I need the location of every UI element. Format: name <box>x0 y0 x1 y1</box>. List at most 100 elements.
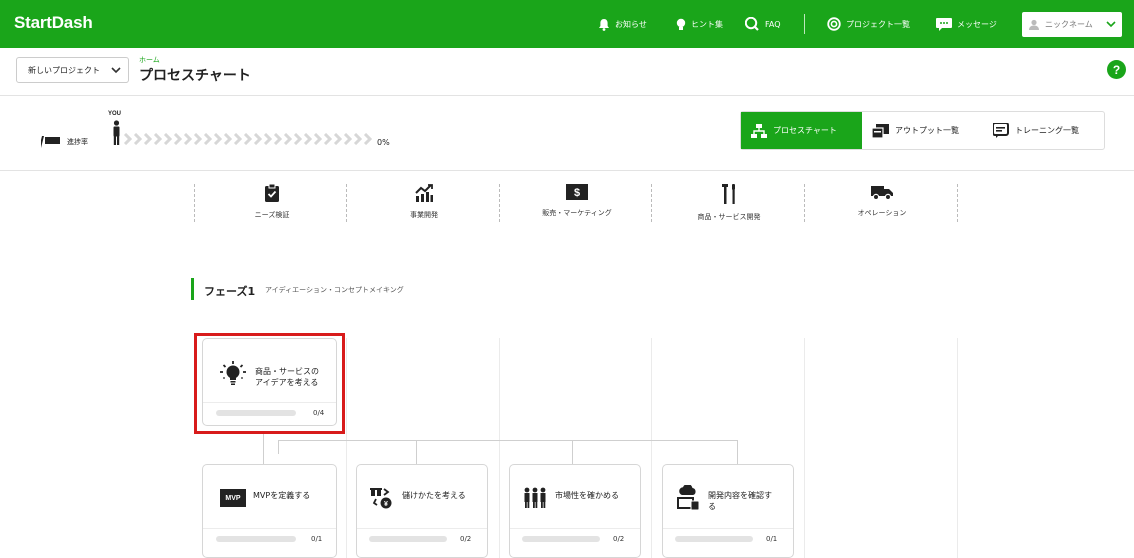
highlight-box <box>194 333 345 434</box>
category-needs-validation[interactable]: ニーズ検証 <box>195 184 349 232</box>
nav-news-label: お知らせ <box>615 19 647 29</box>
cloud-devices-icon <box>677 485 700 511</box>
project-icon <box>827 17 841 31</box>
you-label: YOU <box>108 111 122 117</box>
connector-line <box>737 440 738 464</box>
task-card-monetization[interactable]: ¥ 儲けかたを考える 0/2 <box>356 464 488 558</box>
category-label: 販売・マーケティング <box>542 209 612 217</box>
header-divider <box>0 95 1134 96</box>
nav-projects[interactable]: プロジェクト一覧 <box>827 16 910 32</box>
tab-process-chart-label: プロセスチャート <box>773 126 837 135</box>
tab-process-chart[interactable]: プロセスチャート <box>741 112 862 149</box>
task-name-line1: 開発内容を確認す <box>708 491 772 500</box>
help-icon[interactable]: ? <box>1107 60 1126 79</box>
task-card-market[interactable]: 市場性を確かめる 0/2 <box>509 464 641 558</box>
user-nickname: ニックネーム <box>1045 20 1093 29</box>
task-count: 0/2 <box>460 535 472 543</box>
nav-projects-label: プロジェクト一覧 <box>846 19 910 29</box>
page-title: プロセスチャート <box>139 68 251 84</box>
progress-rate-label: 進捗率 <box>67 138 88 146</box>
phase-subtitle: アイディエーション・コンセプトメイキング <box>265 286 404 294</box>
tab-output-list-label: アウトプット一覧 <box>895 126 959 135</box>
column-guide <box>346 338 347 558</box>
svg-text:¥: ¥ <box>384 501 388 508</box>
delivery-truck-icon <box>871 186 893 200</box>
brand-logo[interactable]: StartDash <box>14 13 93 33</box>
task-progress-bar <box>369 536 447 542</box>
user-menu[interactable]: ニックネーム <box>1022 12 1122 37</box>
task-progress-bar <box>216 536 296 542</box>
faq-icon <box>745 17 759 31</box>
connector-line <box>572 440 573 464</box>
tab-training-list-label: トレーニング一覧 <box>1015 126 1079 135</box>
chevron-down-icon <box>1106 21 1116 28</box>
column-guide <box>804 338 805 558</box>
task-count: 0/2 <box>613 535 625 543</box>
gift-coin-icon: ¥ <box>370 485 392 509</box>
category-label: オペレーション <box>857 209 907 217</box>
task-name-line2: る <box>708 502 716 511</box>
flag-icon <box>41 136 60 148</box>
task-card-mvp[interactable]: MVP MVPを定義する 0/1 <box>202 464 337 558</box>
nav-hints-label: ヒント集 <box>691 19 723 29</box>
lightbulb-icon <box>676 18 686 30</box>
card-divider <box>203 528 336 529</box>
runner-icon <box>113 120 120 145</box>
category-operations[interactable]: オペレーション <box>805 184 959 232</box>
breadcrumb-home[interactable]: ホーム <box>139 55 160 65</box>
nav-messages[interactable]: メッセージ <box>936 16 997 32</box>
column-guide <box>651 338 652 558</box>
task-count: 0/1 <box>766 535 778 543</box>
progress-label: 進捗率 <box>41 136 88 148</box>
task-name-line1: 市場性を確かめる <box>555 491 619 500</box>
phase-title: フェーズ1 <box>204 285 256 298</box>
message-icon <box>936 17 952 31</box>
card-divider <box>510 528 640 529</box>
category-label: ニーズ検証 <box>254 211 290 219</box>
category-product-development[interactable]: 商品・サービス開発 <box>652 184 806 232</box>
top-bar: StartDash お知らせ ヒント集 FAQ プロジェクト一覧 メッセージ ニ… <box>0 0 1134 48</box>
nav-hints[interactable]: ヒント集 <box>676 16 723 32</box>
task-progress-bar <box>675 536 753 542</box>
task-progress-bar <box>522 536 600 542</box>
card-divider <box>357 528 487 529</box>
tab-output-list[interactable]: アウトプット一覧 <box>862 112 983 149</box>
connector-line <box>278 440 279 454</box>
project-select[interactable]: 新しいプロジェクト <box>16 57 129 83</box>
column-guide <box>499 338 500 558</box>
chevron-down-icon <box>111 66 121 73</box>
category-business-development[interactable]: 事業開発 <box>347 184 501 232</box>
card-divider <box>663 528 793 529</box>
progress-track <box>123 133 373 145</box>
task-name-line1: 儲けかたを考える <box>402 491 466 500</box>
tools-icon <box>722 184 735 204</box>
dollar-bill-icon: $ <box>566 184 588 200</box>
connector-line <box>278 440 737 441</box>
progress-divider <box>0 170 1134 171</box>
hierarchy-icon <box>751 123 767 138</box>
output-list-icon <box>872 123 889 138</box>
column-guide <box>957 338 958 558</box>
view-tabs: プロセスチャート アウトプット一覧 トレーニング一覧 <box>740 111 1105 150</box>
project-select-value: 新しいプロジェクト <box>28 65 100 75</box>
connector-line <box>263 434 264 464</box>
task-name-line1: MVPを定義する <box>253 491 311 500</box>
category-label: 事業開発 <box>410 211 438 219</box>
phase-accent-bar <box>191 278 194 300</box>
user-avatar-icon <box>1029 19 1039 30</box>
nav-messages-label: メッセージ <box>957 19 997 29</box>
tab-training-list[interactable]: トレーニング一覧 <box>983 112 1104 149</box>
bell-icon <box>599 18 609 31</box>
progress-percent: 0% <box>377 138 390 147</box>
nav-news[interactable]: お知らせ <box>598 16 647 32</box>
growth-chart-icon <box>415 184 433 202</box>
nav-faq[interactable]: FAQ <box>745 16 781 32</box>
nav-separator <box>804 14 805 34</box>
category-sales-marketing[interactable]: $ 販売・マーケティング <box>500 184 654 232</box>
people-group-icon <box>524 487 546 508</box>
svg-text:$: $ <box>574 187 580 199</box>
connector-line <box>416 440 417 464</box>
nav-faq-label: FAQ <box>765 19 781 29</box>
mvp-icon: MVP <box>220 489 246 507</box>
task-card-dev-review[interactable]: 開発内容を確認す る 0/1 <box>662 464 794 558</box>
